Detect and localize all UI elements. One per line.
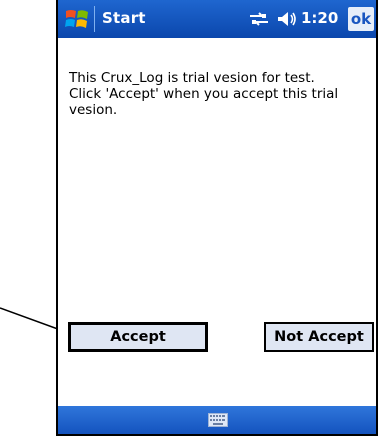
not-accept-button[interactable]: Not Accept <box>264 322 374 352</box>
start-menu-label[interactable]: Start <box>102 9 146 27</box>
message-line: This Crux_Log is trial vesion for test. <box>69 70 315 86</box>
title-bar: Start 1:20 ok <box>58 0 376 38</box>
message-line: Click 'Accept' when you accept this tria… <box>69 86 339 102</box>
keyboard-icon[interactable] <box>208 413 228 427</box>
screenshot: Start 1:20 ok This Crux_Log is trial ves… <box>0 0 379 438</box>
clock[interactable]: 1:20 <box>301 9 338 27</box>
volume-icon[interactable] <box>276 10 298 28</box>
ok-button[interactable]: ok <box>348 7 374 31</box>
windows-flag-icon[interactable] <box>64 6 90 32</box>
not-accept-button-label: Not Accept <box>274 329 364 345</box>
device-screen: Start 1:20 ok This Crux_Log is trial ves… <box>56 0 378 436</box>
accept-button-label: Accept <box>110 329 166 345</box>
title-divider <box>94 6 95 32</box>
trial-message: This Crux_Log is trial vesion for test. … <box>69 70 369 118</box>
message-line: vesion. <box>69 102 118 118</box>
connectivity-icon[interactable] <box>248 11 270 27</box>
menu-bar <box>58 406 376 434</box>
accept-button[interactable]: Accept <box>68 322 208 352</box>
